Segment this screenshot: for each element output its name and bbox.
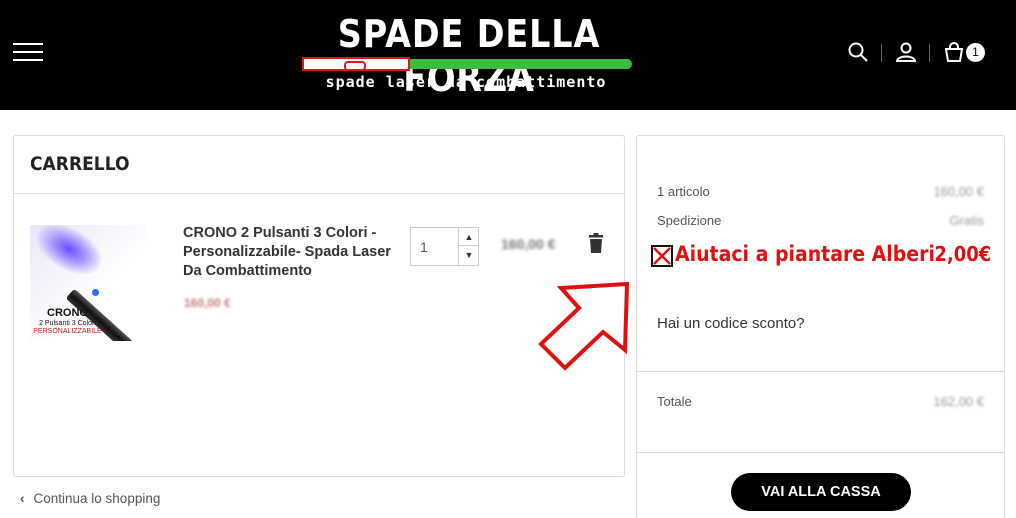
cart-icon[interactable] (942, 40, 966, 64)
broken-image-icon (651, 245, 673, 267)
cart-count-badge: 1 (966, 43, 985, 62)
divider (637, 452, 1004, 453)
shipping-value: Gratis (949, 213, 984, 228)
shipping-label: Spedizione (657, 213, 722, 228)
total-value: 162,00 € (933, 394, 984, 409)
product-image[interactable]: CRONO 2 Pulsanti 3 Colori PERSONALIZZABI… (30, 225, 146, 341)
red-arrow-annotation (538, 281, 630, 371)
line-total-price: 160,00 € (501, 236, 556, 252)
product-name-link[interactable]: CRONO 2 Pulsanti 3 Colori - Personalizza… (183, 224, 408, 281)
cart-panel: CARRELLO CRONO 2 Pulsanti 3 Colori PERSO… (13, 135, 625, 477)
items-count-label: 1 articolo (657, 184, 710, 199)
tree-planting-price: 2,00€ (934, 242, 991, 266)
divider (637, 371, 1004, 372)
continue-shopping-link[interactable]: ‹ Continua lo shopping (20, 491, 160, 506)
divider (14, 193, 624, 194)
quantity-stepper: ▲ ▼ (410, 227, 479, 266)
product-unit-price: 160,00 € (184, 296, 231, 310)
cart-title: CARRELLO (30, 153, 130, 175)
trash-icon[interactable] (588, 233, 604, 253)
user-icon[interactable] (894, 40, 918, 64)
tree-planting-label: Aiutaci a piantare Alberi (675, 242, 935, 266)
quantity-decrease-button[interactable]: ▼ (459, 246, 479, 264)
items-subtotal: 160,00 € (933, 184, 984, 199)
tree-planting-offer[interactable]: Aiutaci a piantare Alberi 2,00€ (651, 242, 991, 268)
menu-icon[interactable] (13, 43, 43, 61)
quantity-increase-button[interactable]: ▲ (459, 228, 479, 246)
checkout-button[interactable]: VAI ALLA CASSA (731, 473, 911, 511)
total-label: Totale (657, 394, 692, 409)
discount-code-link[interactable]: Hai un codice sconto? (657, 315, 805, 332)
order-summary-panel: 1 articolo 160,00 € Spedizione Gratis Ai… (636, 135, 1005, 518)
quantity-input[interactable] (411, 228, 459, 265)
lightsaber-graphic (302, 57, 632, 71)
search-icon[interactable] (846, 40, 870, 64)
header-separator (881, 44, 882, 62)
site-logo[interactable]: SPADE DELLA FORZA spade laser da combatt… (300, 10, 635, 100)
logo-subtitle: spade laser da combattimento (325, 73, 607, 91)
site-header: SPADE DELLA FORZA spade laser da combatt… (0, 0, 1016, 110)
chevron-left-icon: ‹ (20, 491, 25, 506)
header-separator (929, 44, 930, 62)
